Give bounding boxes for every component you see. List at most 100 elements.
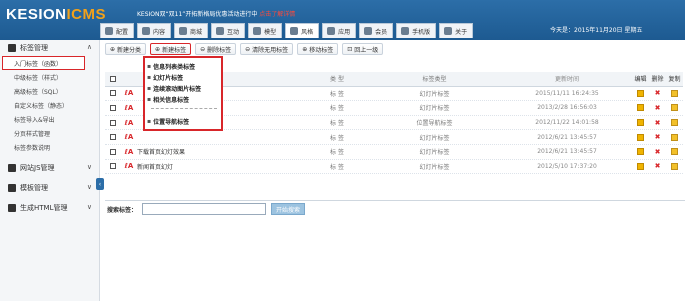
header-update-time: 更新时间: [554, 76, 579, 84]
tag-icon: [290, 27, 299, 35]
sidebar-item-basic-tags[interactable]: 入门标签（函数）: [2, 56, 85, 70]
row-type: 标 签: [330, 134, 344, 142]
row-checkbox[interactable]: [110, 148, 116, 155]
delete-icon[interactable]: ✖: [655, 119, 661, 127]
copy-icon[interactable]: [671, 133, 678, 141]
dropdown-item-scroll-tag[interactable]: ▪ 连续滚动图片标签: [147, 83, 221, 94]
edit-icon[interactable]: [637, 162, 644, 170]
row-type: 标 签: [330, 120, 344, 128]
row-type: 标 签: [330, 163, 344, 171]
row-checkbox[interactable]: [110, 134, 116, 141]
sidebar-section-js[interactable]: 网站JS管理 ∨: [0, 160, 99, 176]
header-type: 类 型: [330, 76, 344, 84]
plus-icon: ⊕: [155, 45, 161, 53]
nav-tab-5[interactable]: 风格: [285, 23, 320, 38]
nav-tab-label: 配置: [116, 28, 129, 36]
nav-tab-label: 商城: [190, 28, 203, 36]
search-label: 搜索标签：: [107, 206, 138, 214]
nav-tab-9[interactable]: 关于: [439, 23, 474, 38]
user-icon: [364, 27, 373, 35]
tag-label-icon: ℓA: [124, 89, 134, 98]
tag-label-icon: ℓA: [124, 162, 134, 171]
edit-icon[interactable]: [637, 104, 644, 112]
nav-tab-7[interactable]: 会员: [359, 23, 394, 38]
dropdown-item-nav-tag[interactable]: ▪ 位置导航标签: [147, 116, 221, 127]
chevron-down-icon: ∨: [86, 183, 92, 191]
nav-tab-4[interactable]: 模型: [248, 23, 283, 38]
row-name[interactable]: 下载首页幻灯效果: [137, 147, 307, 156]
new-category-button[interactable]: ⊕ 新建分类: [105, 43, 147, 55]
new-tag-button[interactable]: ⊕ 新建标签: [150, 43, 192, 55]
table-row[interactable]: ℓA 标 签 幻灯片标签 2012/6/21 13:45:57 ✖: [105, 130, 683, 145]
nav-tab-0[interactable]: 配置: [100, 23, 135, 38]
row-checkbox[interactable]: [110, 119, 116, 126]
delete-icon[interactable]: ✖: [655, 89, 661, 97]
header-delete: 删除: [651, 76, 664, 84]
nav-tab-3[interactable]: 互动: [211, 23, 246, 38]
search-button[interactable]: 开始搜索: [271, 203, 306, 215]
nav-tab-6[interactable]: 应用: [322, 23, 357, 38]
minus-icon: ⊖: [245, 45, 251, 53]
chevron-down-icon: ∨: [86, 203, 92, 211]
sidebar-item-mid-tags[interactable]: 中级标签（样式）: [0, 70, 99, 84]
edit-icon[interactable]: [637, 148, 644, 156]
copy-icon[interactable]: [671, 104, 678, 112]
tag-label-icon: ℓA: [124, 133, 134, 142]
sidebar-item-tag-params[interactable]: 标签参数说明: [0, 140, 99, 154]
nav-tab-8[interactable]: 手机版: [396, 23, 437, 38]
nav-tab-2[interactable]: 商城: [174, 23, 209, 38]
delete-icon[interactable]: ✖: [655, 133, 661, 141]
nav-tab-1[interactable]: 内容: [137, 23, 172, 38]
row-checkbox[interactable]: [110, 163, 116, 170]
row-tag-type: 位置导航标签: [416, 120, 453, 128]
clear-unused-tags-button[interactable]: ⊖ 清除无用标签: [240, 43, 294, 55]
dropdown-item-related-tag[interactable]: ▪ 相关信息标签: [147, 94, 221, 105]
sidebar-item-custom-tags[interactable]: 自定义标签（静态）: [0, 98, 99, 112]
promo-banner[interactable]: KESION双“双11”开拓新格局优惠活动进行中 点击了解详情: [137, 9, 295, 18]
table-row[interactable]: ℓA 下载首页幻灯效果 标 签 幻灯片标签 2012/6/21 13:45:57 ✖: [105, 145, 683, 160]
sidebar-item-import-export[interactable]: 标签导入&导出: [0, 112, 99, 126]
copy-icon[interactable]: [671, 162, 678, 170]
header-copy: 复制: [668, 76, 681, 84]
copy-icon[interactable]: [671, 89, 678, 97]
move-icon: ⊕: [302, 45, 308, 53]
nav-tab-label: 内容: [153, 28, 166, 36]
sidebar-section-html[interactable]: 生成HTML管理 ∨: [0, 200, 99, 216]
row-tag-type: 幻灯片标签: [419, 149, 450, 157]
sidebar: 标签管理 ∧ 入门标签（函数） 中级标签（样式） 高级标签（SQL） 自定义标签（…: [0, 40, 100, 301]
sidebar-section-tags[interactable]: 标签管理 ∧: [0, 40, 99, 56]
row-type: 标 签: [330, 105, 344, 113]
delete-icon[interactable]: ✖: [655, 104, 661, 112]
row-tag-type: 幻灯片标签: [419, 134, 450, 142]
row-time: 2012/6/21 13:45:57: [537, 148, 597, 156]
table-row[interactable]: ℓA 新闻首页幻灯 标 签 幻灯片标签 2012/5/10 17:37:20 ✖: [105, 160, 683, 175]
go-up-button[interactable]: ⊡ 回上一级: [342, 43, 384, 55]
edit-icon[interactable]: [637, 89, 644, 97]
dropdown-item-list-tag[interactable]: ▪ 信息列表类标签: [147, 61, 221, 72]
sidebar-item-adv-tags[interactable]: 高级标签（SQL）: [0, 84, 99, 98]
tag-label-icon: ℓA: [124, 147, 134, 156]
edit-icon[interactable]: [637, 133, 644, 141]
tag-label-icon: ℓA: [124, 103, 134, 112]
edit-icon[interactable]: [637, 119, 644, 127]
row-type: 标 签: [330, 90, 344, 98]
select-all-checkbox[interactable]: [110, 75, 116, 82]
top-header: KESIONICMS KESION双“双11”开拓新格局优惠活动进行中 点击了解…: [0, 0, 685, 40]
sidebar-section-templates[interactable]: 模板管理 ∨: [0, 180, 99, 196]
row-checkbox[interactable]: [110, 90, 116, 97]
search-input[interactable]: [142, 203, 267, 215]
row-checkbox[interactable]: [110, 104, 116, 111]
sidebar-item-page-style[interactable]: 分页样式管理: [0, 126, 99, 140]
dropdown-item-slide-tag[interactable]: ▪ 幻灯片标签: [147, 72, 221, 83]
chevron-down-icon: ∨: [86, 163, 92, 171]
copy-icon[interactable]: [671, 148, 678, 156]
store-icon: [179, 27, 188, 35]
copy-icon[interactable]: [671, 119, 678, 127]
row-tag-type: 幻灯片标签: [419, 90, 450, 98]
nav-tab-label: 应用: [338, 28, 351, 36]
delete-icon[interactable]: ✖: [655, 162, 661, 170]
move-tag-button[interactable]: ⊕ 移动标签: [297, 43, 339, 55]
delete-icon[interactable]: ✖: [655, 148, 661, 156]
delete-tag-button[interactable]: ⊖ 删除标签: [195, 43, 237, 55]
row-name[interactable]: 新闻首页幻灯: [137, 162, 307, 171]
